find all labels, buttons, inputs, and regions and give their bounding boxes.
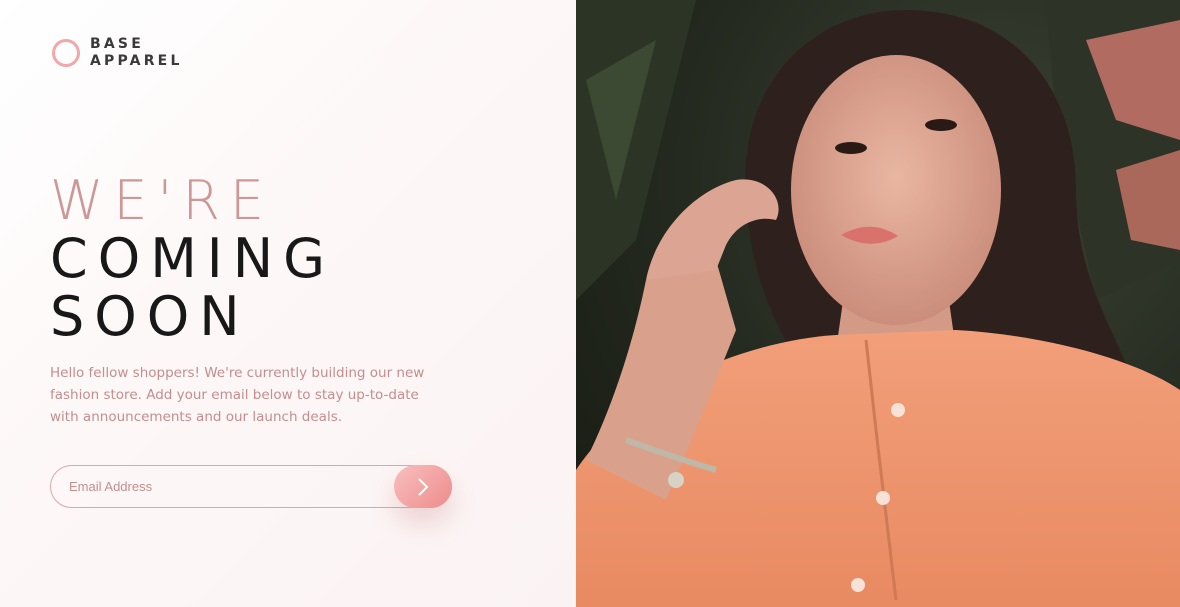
logo-text: BASE APPAREL	[90, 36, 183, 70]
submit-button[interactable]	[394, 465, 452, 508]
email-field[interactable]	[50, 465, 452, 508]
chevron-right-icon	[418, 477, 429, 496]
hero-image	[576, 0, 1180, 607]
hero-photo-woman	[576, 0, 1180, 607]
logo-line-1: BASE	[90, 36, 144, 52]
brand-logo[interactable]: BASE APPAREL	[52, 36, 183, 70]
headline-dark-2: SOON	[50, 285, 250, 348]
left-panel: BASE APPAREL WE'RE COMING SOON Hello fel…	[0, 0, 576, 607]
headline-dark-1: COMING	[50, 227, 335, 290]
email-form	[50, 465, 452, 508]
logo-ring-icon	[52, 39, 80, 67]
description: Hello fellow shoppers! We're currently b…	[50, 365, 425, 425]
page-title: WE'RE COMING SOON	[50, 172, 335, 346]
headline-light: WE'RE	[50, 169, 274, 232]
logo-line-2: APPAREL	[90, 53, 183, 69]
